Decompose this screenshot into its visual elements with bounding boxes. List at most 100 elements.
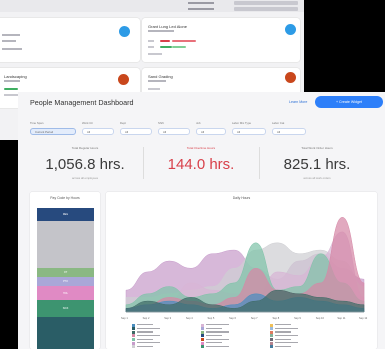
x-tick-label: Sep 5 — [207, 317, 215, 320]
panel-title: Pay Code by Hours — [50, 196, 80, 200]
legend-text-placeholder — [137, 338, 153, 340]
pay-code-segment-label: OT — [63, 271, 68, 274]
legend-swatch — [270, 334, 273, 338]
x-tick-label: Sep 7 — [250, 317, 258, 320]
pay-code-segment-label: HOL — [63, 291, 68, 295]
pay-code-segment-label: SICK — [62, 307, 69, 311]
panel-title: Daily Hours — [232, 196, 251, 200]
stat-divider — [259, 147, 260, 179]
x-tick-label: Sep 2 — [142, 317, 150, 320]
back-card-title: Sand Grading — [148, 74, 173, 79]
chart-legend — [106, 323, 377, 349]
stat-label: Total Regular Hours — [71, 146, 99, 150]
filter-shift[interactable]: All — [158, 128, 190, 135]
legend-swatch — [132, 327, 135, 331]
filter-labor-mix[interactable]: All — [232, 128, 266, 135]
create-widget-button[interactable]: + Create Widget — [315, 96, 383, 108]
check-icon — [285, 24, 296, 35]
back-window-meta — [188, 1, 298, 13]
pay-code-panel: Pay Code by Hours REG OT PTO HOL SICK — [30, 192, 100, 349]
stat-label: Total Work Order Hours — [301, 146, 333, 150]
legend-text-placeholder — [137, 345, 153, 347]
x-tick-label: Sep 6 — [229, 317, 236, 320]
legend-swatch — [132, 334, 135, 338]
legend-swatch — [201, 330, 204, 334]
stat-value: 825.1 hrs. — [283, 156, 351, 173]
stat-caption: across all employees — [71, 176, 99, 180]
filter-label-shift: Shift — [158, 121, 164, 125]
flame-icon — [285, 72, 296, 83]
back-card-title: Grant Lung Led Alone — [148, 24, 187, 29]
back-card: Grant Lung Led Alone — [142, 18, 300, 62]
legend-swatch — [201, 337, 204, 341]
stat-value: 1,056.8 hrs. — [45, 156, 125, 173]
pay-code-segment: HOL — [37, 286, 94, 301]
legend-swatch — [132, 337, 135, 341]
legend-text-placeholder — [137, 327, 160, 329]
legend-swatch — [270, 345, 273, 349]
legend-swatch — [270, 341, 273, 345]
legend-text-placeholder — [275, 324, 291, 326]
legend-swatch — [270, 337, 273, 341]
filter-job[interactable]: All — [196, 128, 226, 135]
stat-label: Total Overtime Hours — [186, 146, 216, 150]
legend-swatch — [201, 334, 204, 338]
legend-swatch — [201, 323, 204, 327]
check-icon — [119, 26, 130, 37]
dashboard-window: People Management Dashboard Learn More +… — [18, 92, 385, 349]
legend-text-placeholder — [137, 342, 160, 344]
filter-label-labor-cat: Labor Cat — [272, 121, 285, 125]
daily-hours-panel: Daily Hours Sep 1 Sep 2 Sep 3 Sep 4 Sep 5 Sep… — [106, 192, 377, 349]
filter-time-span[interactable]: Current Period — [30, 128, 76, 135]
stat-regular-hours: Total Regular Hours 1,056.8 hrs. across … — [30, 143, 140, 184]
filter-label-time-span: Time Span — [30, 121, 44, 125]
legend-text-placeholder — [137, 331, 153, 333]
daily-hours-chart — [125, 217, 365, 313]
x-tick-label: Sep 1 — [121, 317, 128, 320]
learn-more-link[interactable]: Learn More — [289, 100, 307, 104]
legend-text-placeholder — [137, 334, 160, 337]
pay-code-segment-label: REG — [62, 213, 69, 217]
x-tick-label: Sep 10 — [315, 317, 324, 320]
legend-text-placeholder — [275, 327, 298, 329]
flame-icon — [118, 74, 129, 85]
legend-text-placeholder — [137, 324, 153, 326]
legend-text-placeholder — [206, 338, 229, 340]
legend-text-placeholder — [206, 324, 229, 326]
filter-label-job: Job — [196, 121, 201, 125]
legend-swatch — [201, 345, 204, 349]
filter-dept[interactable]: All — [120, 128, 152, 135]
page-title: People Management Dashboard — [30, 98, 134, 107]
legend-text-placeholder — [275, 331, 291, 333]
legend-text-placeholder — [275, 334, 298, 337]
stat-caption: across all work orders — [303, 176, 331, 180]
filter-label-dept: Dept — [120, 121, 126, 125]
legend-swatch — [270, 323, 273, 327]
pay-code-segment — [37, 317, 94, 349]
legend-swatch — [132, 341, 135, 345]
stat-work-order-hours: Total Work Order Hours 825.1 hrs. across… — [262, 143, 372, 184]
pay-code-segment-label: PTO — [63, 280, 68, 284]
pay-code-segment: OT — [37, 267, 94, 278]
pay-code-stack: REG OT PTO HOL SICK — [37, 208, 94, 349]
legend-swatch — [201, 327, 204, 331]
legend-swatch — [132, 330, 135, 334]
filter-work-center[interactable]: All — [82, 128, 114, 135]
x-axis-ticks: Sep 1 Sep 2 Sep 3 Sep 4 Sep 5 Sep 6 Sep 7 Sep 8… — [106, 317, 377, 322]
back-card — [0, 18, 140, 62]
legend-text-placeholder — [275, 338, 291, 340]
filter-labor-cat[interactable]: All — [272, 128, 306, 135]
filter-label-labor-mix: Labor Mix Type — [232, 121, 252, 125]
back-window-topbar — [0, 0, 304, 12]
legend-text-placeholder — [206, 345, 229, 347]
legend-text-placeholder — [206, 342, 222, 344]
x-tick-label: Sep 12 — [359, 317, 368, 320]
stat-overtime-hours: Total Overtime Hours 144.0 hrs. — [146, 143, 256, 184]
legend-swatch — [270, 330, 273, 334]
legend-text-placeholder — [275, 345, 291, 347]
pay-code-segment: REG — [37, 208, 94, 222]
x-tick-label: Sep 4 — [185, 317, 193, 320]
legend-swatch — [132, 323, 135, 327]
back-card-title: Landscaping — [4, 74, 27, 79]
pay-code-segment: PTO — [37, 277, 94, 287]
